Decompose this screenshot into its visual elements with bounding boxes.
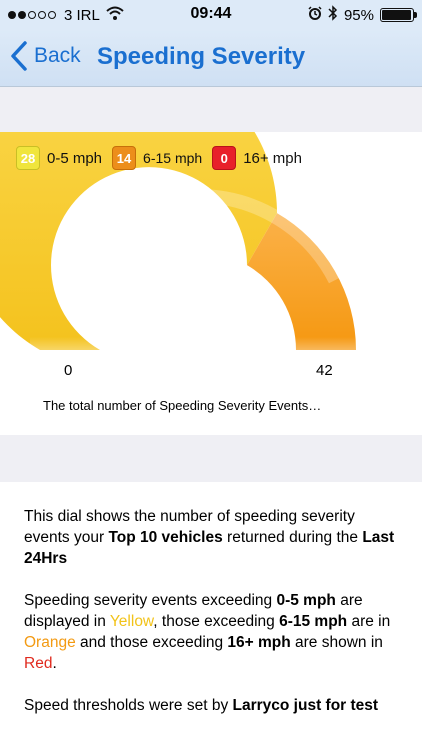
info-bold-text: 0-5 mph (276, 592, 336, 609)
info-paragraph-thresholds: Speed thresholds were set by Larryco jus… (24, 695, 398, 716)
info-text: Speeding severity events exceeding (24, 592, 277, 609)
yellow-color-word: Yellow (109, 613, 154, 630)
info-text: . (52, 655, 57, 672)
info-paragraph-colors: Speeding severity events exceeding 0-5 m… (24, 590, 398, 674)
navigation-bar: Back Speeding Severity (0, 30, 422, 87)
gauge-min-value: 0 (64, 362, 73, 379)
bluetooth-icon (328, 5, 338, 25)
gauge-caption: The total number of Speeding Severity Ev… (43, 398, 322, 413)
info-text: are in (347, 613, 391, 630)
yellow-count-badge: 28 (16, 146, 40, 170)
battery-level (382, 10, 411, 20)
gauge-legend: 28 0-5 mph 14 6-15 mph 0 16+ mph (16, 146, 312, 170)
chevron-left-icon (11, 41, 27, 71)
page-title: Speeding Severity (97, 43, 306, 70)
battery-percent: 95% (343, 6, 374, 24)
orange-color-word: Orange (24, 634, 76, 651)
back-button[interactable]: Back (10, 40, 81, 72)
orange-count-badge: 14 (112, 146, 137, 170)
info-bold-text: 16+ mph (227, 634, 291, 651)
info-card: This dial shows the number of speeding s… (0, 482, 422, 750)
info-bold-text: Larryco just for test (232, 697, 379, 714)
info-paragraph-dial: This dial shows the number of speeding s… (24, 506, 398, 569)
legend-item-red: 0 16+ mph (212, 146, 302, 170)
legend-label: 6-15 mph (143, 150, 203, 166)
back-label: Back (34, 44, 81, 67)
legend-label: 16+ mph (243, 149, 302, 167)
gauge-max-value: 42 (316, 362, 333, 379)
red-color-word: Red (24, 655, 53, 672)
status-bar: 3 IRL 09:44 95% (0, 0, 422, 30)
legend-item-yellow: 28 0-5 mph (16, 146, 102, 170)
red-count-badge: 0 (212, 146, 237, 170)
info-text: are shown in (290, 634, 383, 651)
legend-label: 0-5 mph (47, 149, 103, 167)
info-text: and those exceeding (75, 634, 228, 651)
info-text: , those exceeding (153, 613, 280, 630)
info-bold-text: 6-15 mph (279, 613, 348, 630)
info-bold-text: Top 10 vehicles (108, 529, 223, 546)
speeding-gauge (0, 132, 370, 377)
alarm-icon (308, 6, 322, 24)
status-right: 95% (308, 5, 417, 25)
legend-item-orange: 14 6-15 mph (112, 146, 202, 170)
gauge-card: 28 0-5 mph 14 6-15 mph 0 16+ mph 0 42 Th… (0, 132, 422, 435)
info-text: returned during the (222, 529, 363, 546)
battery-icon (380, 8, 417, 22)
info-text: Speed thresholds were set by (24, 697, 233, 714)
